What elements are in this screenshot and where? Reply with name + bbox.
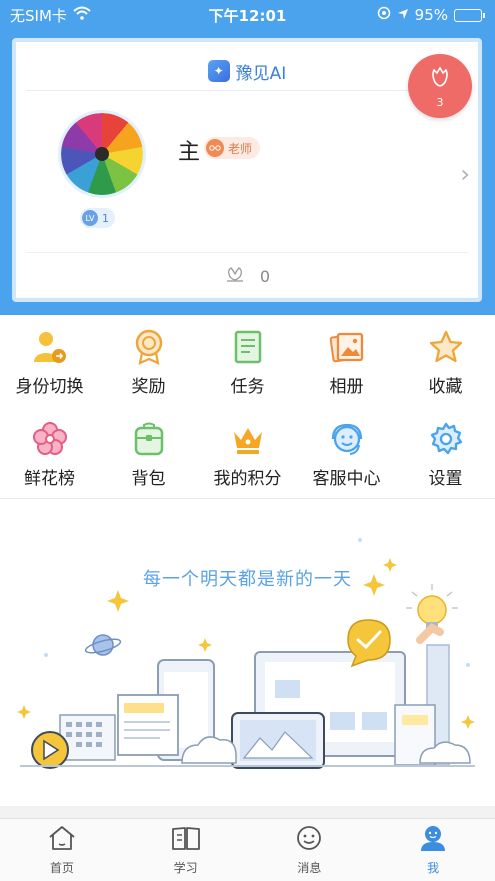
tab-label: 首页 (49, 861, 74, 875)
menu-item-settings[interactable]: 设置 (396, 414, 495, 498)
battery-percent: 95% (414, 6, 448, 24)
app-logo-icon: ✦ (207, 60, 230, 82)
menu-label: 相册 (329, 377, 364, 397)
bottom-tab-bar: 首页 学习 消息 我 (0, 818, 495, 881)
menu-item-customer-service[interactable]: 客服中心 (297, 414, 396, 498)
customer-service-icon (328, 420, 366, 458)
slogan-text: 每一个明天都是新的一天 (143, 569, 352, 590)
glasses-icon (206, 139, 224, 157)
home-icon (47, 824, 77, 856)
user-icon (418, 824, 448, 856)
app-name: 豫见AI (235, 63, 287, 84)
rose-icon (427, 64, 453, 94)
menu-item-rewards[interactable]: 奖励 (99, 322, 198, 414)
menu-label: 设置 (428, 469, 463, 489)
tab-label: 消息 (297, 861, 322, 875)
role-label: 老师 (228, 141, 253, 156)
menu-label: 背包 (131, 469, 166, 489)
level-icon: LV (82, 210, 98, 226)
flower-outline-icon (224, 264, 246, 288)
tab-label: 学习 (173, 861, 198, 875)
divider (0, 498, 495, 499)
menu-item-backpack[interactable]: 背包 (99, 414, 198, 498)
backpack-icon (130, 420, 168, 458)
status-bar: 无SIM卡 下午12:01 95% (0, 0, 495, 30)
rotation-lock-icon (377, 6, 391, 24)
message-icon (294, 824, 324, 856)
wifi-icon (73, 6, 91, 24)
status-right: 95% (377, 6, 485, 24)
user-name: 主 (178, 140, 201, 165)
star-icon (427, 328, 465, 366)
level-value: 1 (102, 211, 109, 225)
divider (26, 252, 468, 253)
menu-label: 客服中心 (312, 469, 381, 489)
menu-label: 我的积分 (213, 469, 282, 489)
section-separator (0, 806, 495, 818)
tab-messages[interactable]: 消息 (248, 819, 372, 881)
status-left: 无SIM卡 (10, 5, 91, 26)
book-icon (170, 824, 202, 856)
avatar[interactable] (58, 110, 146, 198)
menu-item-identity-switch[interactable]: 身份切换 (0, 322, 99, 414)
location-icon (397, 6, 409, 24)
flower-count: 0 (259, 266, 271, 286)
menu-item-my-points[interactable]: 我的积分 (198, 414, 297, 498)
menu-label: 收藏 (428, 377, 463, 397)
medal-icon (130, 328, 168, 366)
menu-grid: 身份切换 奖励 任务 相册 收藏 鲜花榜 背包 我的积分 客服中心 设置 (0, 322, 495, 498)
menu-item-flower-ranking[interactable]: 鲜花榜 (0, 414, 99, 498)
menu-label: 身份切换 (15, 377, 84, 397)
flower-count-row: 0 (16, 264, 478, 288)
role-badge: 老师 (204, 137, 261, 159)
chevron-right-icon[interactable]: › (460, 160, 470, 188)
task-icon (229, 328, 267, 366)
flower-icon (31, 420, 69, 458)
divider (26, 90, 468, 91)
tab-me[interactable]: 我 (371, 819, 495, 881)
menu-item-favorites[interactable]: 收藏 (396, 322, 495, 414)
flower-badge-button[interactable]: 3 (408, 54, 472, 118)
level-badge: LV 1 (80, 208, 115, 228)
banner-illustration (0, 500, 495, 805)
tab-home[interactable]: 首页 (0, 819, 124, 881)
identity-switch-icon (31, 328, 69, 366)
menu-label: 奖励 (131, 377, 166, 397)
battery-icon (454, 8, 485, 22)
workspace-illustration (17, 538, 475, 769)
carrier-label: 无SIM卡 (10, 6, 67, 25)
tab-label: 我 (427, 861, 440, 875)
crown-icon (229, 420, 267, 458)
badge-count: 3 (436, 95, 444, 109)
tab-study[interactable]: 学习 (124, 819, 248, 881)
album-icon (328, 328, 366, 366)
menu-item-tasks[interactable]: 任务 (198, 322, 297, 414)
menu-item-album[interactable]: 相册 (297, 322, 396, 414)
menu-label: 任务 (230, 377, 265, 397)
menu-label: 鲜花榜 (24, 469, 75, 489)
settings-gear-icon (427, 420, 465, 458)
